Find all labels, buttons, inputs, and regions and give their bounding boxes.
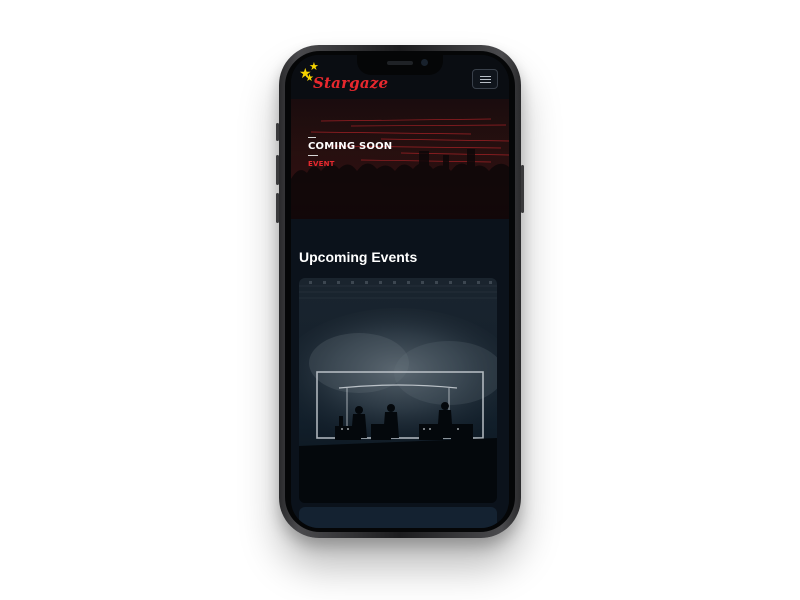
concert-stage-image <box>299 278 497 503</box>
hero-divider <box>308 155 318 156</box>
menu-toggle-button[interactable] <box>472 69 498 89</box>
section-title-upcoming-events: Upcoming Events <box>299 249 418 265</box>
volume-down-button <box>276 193 279 223</box>
event-card[interactable] <box>299 278 497 503</box>
hamburger-icon <box>480 76 491 77</box>
silent-switch <box>276 123 279 141</box>
hero-event-label: EVENT <box>308 160 335 168</box>
hero-banner: COMING SOON EVENT <box>291 99 509 219</box>
hamburger-icon-line <box>480 79 491 80</box>
star-icon: ★ <box>309 61 319 73</box>
brand-name: Stargaze <box>313 74 389 92</box>
volume-up-button <box>276 155 279 185</box>
phone-notch <box>357 55 443 75</box>
hamburger-icon-line <box>480 82 491 83</box>
main-content: Upcoming Events <box>291 219 509 528</box>
hero-title: COMING SOON <box>308 141 393 152</box>
speaker-grille <box>387 61 413 65</box>
power-button <box>521 165 524 213</box>
camera-icon <box>421 59 428 66</box>
phone-screen: ★ ★ ★ Stargaze COMING SOON EVENT Upcomin… <box>291 55 509 528</box>
hero-divider <box>308 137 316 138</box>
hero-text-block: COMING SOON EVENT <box>308 137 392 168</box>
event-card-next[interactable] <box>299 507 497 528</box>
